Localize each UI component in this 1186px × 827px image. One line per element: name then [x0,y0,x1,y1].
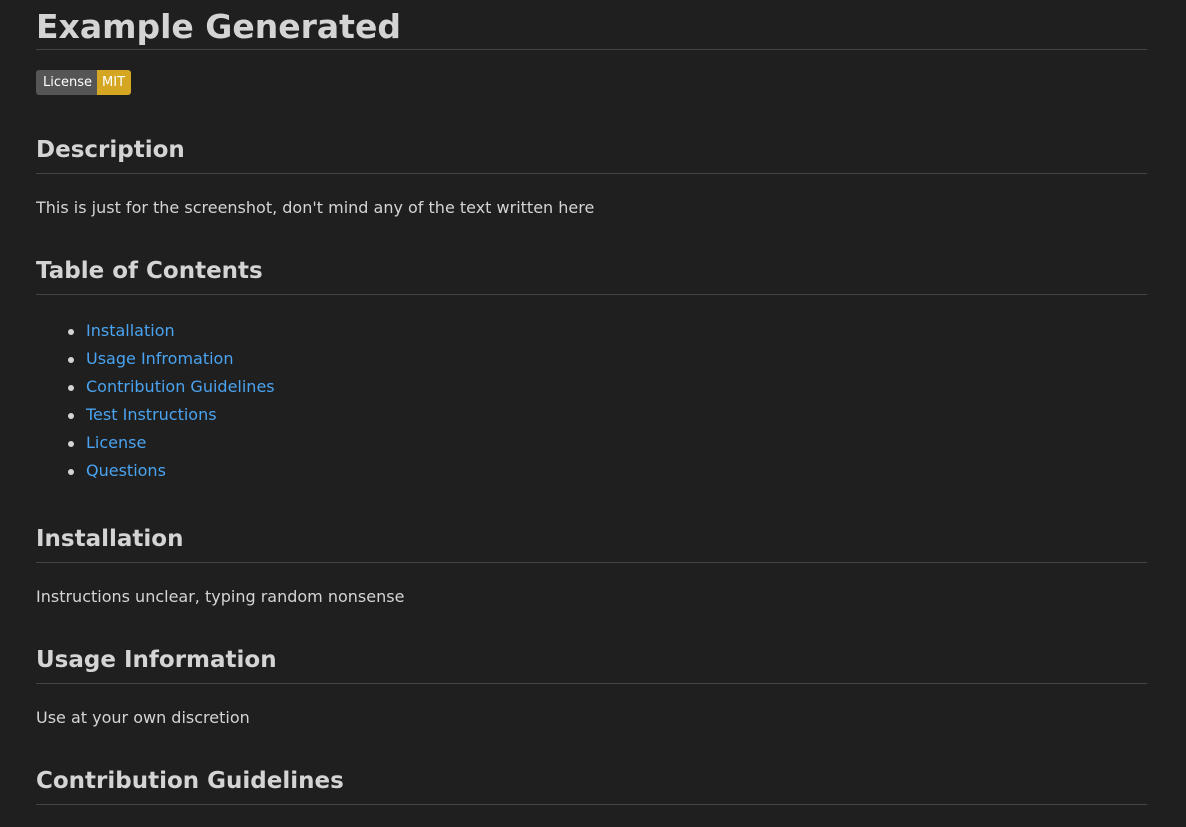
list-item: Questions [68,457,1147,485]
license-badge-label: License [36,70,98,95]
toc-link-usage[interactable]: Usage Infromation [86,349,233,368]
installation-heading: Installation [36,524,1147,563]
toc-list: Installation Usage Infromation Contribut… [36,317,1147,485]
toc-link-tests[interactable]: Test Instructions [86,405,217,424]
list-item: License [68,429,1147,457]
license-badge-value: MIT [97,70,132,95]
description-text: This is just for the screenshot, don't m… [36,198,595,217]
license-badge[interactable]: License MIT [36,70,132,95]
contribution-heading: Contribution Guidelines [36,766,1147,805]
toc-heading: Table of Contents [36,256,1147,295]
page-title: Example Generated [36,0,1147,50]
list-item: Installation [68,317,1147,345]
toc-link-installation[interactable]: Installation [86,321,175,340]
toc-link-license[interactable]: License [86,433,146,452]
toc-link-contribution[interactable]: Contribution Guidelines [86,377,275,396]
list-item: Contribution Guidelines [68,373,1147,401]
installation-text: Instructions unclear, typing random nons… [36,587,405,606]
description-heading: Description [36,135,1147,174]
usage-text: Use at your own discretion [36,708,250,727]
list-item: Usage Infromation [68,345,1147,373]
markdown-document: Example Generated License MIT Descriptio… [36,0,1147,805]
toc-link-questions[interactable]: Questions [86,461,166,480]
list-item: Test Instructions [68,401,1147,429]
usage-heading: Usage Information [36,645,1147,684]
